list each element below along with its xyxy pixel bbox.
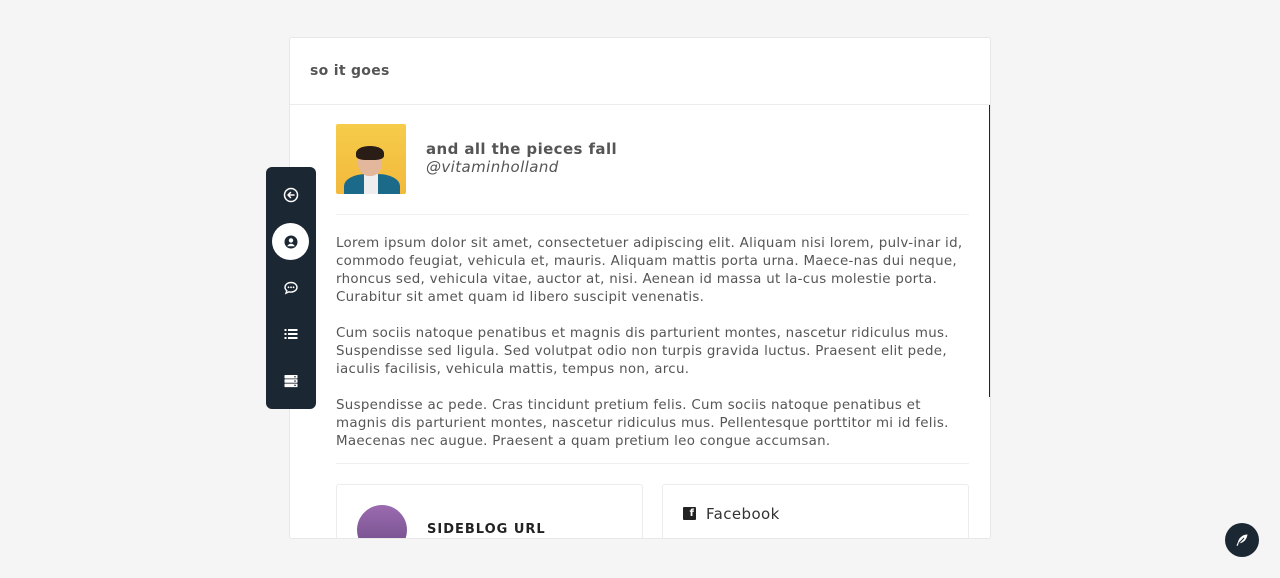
divider xyxy=(336,463,969,464)
profile-handle[interactable]: @vitaminholland xyxy=(426,158,617,176)
links-row: SIDEBLOG URL f Facebook xyxy=(336,484,969,538)
sideblog-label: SIDEBLOG URL xyxy=(427,522,546,537)
profile-header: and all the pieces fall @vitaminholland xyxy=(336,124,969,194)
server-button[interactable] xyxy=(272,362,309,399)
card-title: so it goes xyxy=(310,63,390,79)
user-circle-icon xyxy=(284,235,297,248)
avatar xyxy=(336,124,406,194)
side-nav xyxy=(266,167,316,409)
bio: Lorem ipsum dolor sit amet, consectetuer… xyxy=(336,235,969,451)
messages-button[interactable] xyxy=(272,269,309,306)
list-icon xyxy=(284,328,297,339)
facebook-link[interactable]: f Facebook xyxy=(662,484,969,538)
chat-bubble-icon xyxy=(283,281,298,295)
profile-button[interactable] xyxy=(272,223,309,260)
profile-card: so it goes and all the pieces fall @vita… xyxy=(289,37,991,539)
facebook-label: Facebook xyxy=(706,505,780,523)
sideblog-avatar xyxy=(357,505,407,538)
divider xyxy=(336,214,969,215)
list-button[interactable] xyxy=(272,315,309,352)
sideblog-link[interactable]: SIDEBLOG URL xyxy=(336,484,643,538)
bio-paragraph: Cum sociis natoque penatibus et magnis d… xyxy=(336,326,949,377)
server-icon xyxy=(284,374,297,387)
bio-paragraph: Suspendisse ac pede. Cras tincidunt pret… xyxy=(336,398,949,449)
card-content: and all the pieces fall @vitaminholland … xyxy=(336,124,969,538)
card-header: so it goes xyxy=(290,38,990,105)
arrow-left-circle-icon xyxy=(283,187,298,202)
back-button[interactable] xyxy=(272,176,309,213)
profile-name: and all the pieces fall xyxy=(426,140,618,158)
scroll-indicator[interactable] xyxy=(989,105,990,397)
feather-icon xyxy=(1236,534,1248,546)
bio-paragraph: Lorem ipsum dolor sit amet, consectetuer… xyxy=(336,236,963,305)
compose-button[interactable] xyxy=(1225,523,1259,557)
facebook-icon: f xyxy=(683,507,696,520)
